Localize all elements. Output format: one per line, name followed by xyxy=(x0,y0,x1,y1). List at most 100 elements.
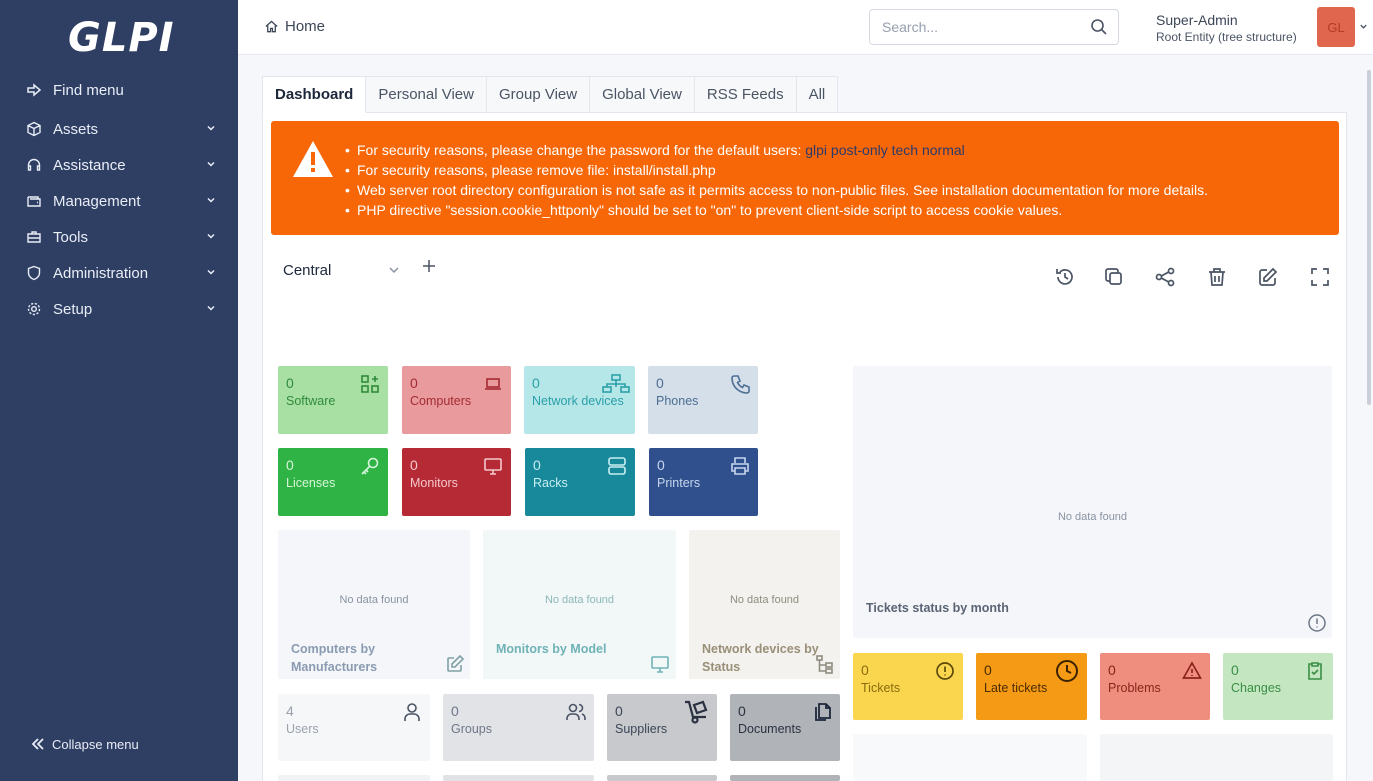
dolly-icon xyxy=(683,699,709,725)
tab-rss-feeds[interactable]: RSS Feeds xyxy=(694,76,797,113)
delete-button[interactable] xyxy=(1206,266,1228,288)
default-users-link[interactable]: glpi post-only tech normal xyxy=(805,142,965,158)
computers-by-manufacturers-widget[interactable]: No data found Computers by Manufacturers xyxy=(278,530,470,679)
network-devices-by-status-widget[interactable]: No data found Network devices by Status xyxy=(689,530,840,679)
widget-placeholder xyxy=(607,775,717,781)
no-data-text: No data found xyxy=(544,594,615,606)
search-icon[interactable] xyxy=(1090,18,1108,36)
user-name[interactable]: Super-Admin xyxy=(1156,12,1238,28)
changes-label: Changes xyxy=(1231,681,1282,695)
tickets-label: Tickets xyxy=(861,681,901,695)
sidebar-item-management[interactable]: Management xyxy=(0,183,238,219)
arrow-right-icon xyxy=(25,81,43,99)
chevron-down-icon xyxy=(207,269,215,275)
groups-card[interactable]: 0 Groups xyxy=(443,694,594,761)
computers-card[interactable]: 0 Computers xyxy=(402,366,511,434)
phones-card[interactable]: 0 Phones xyxy=(648,366,758,434)
edit-button[interactable] xyxy=(1257,266,1279,288)
security-alert: For security reasons, please change the … xyxy=(271,121,1339,235)
search-input[interactable] xyxy=(870,10,1080,44)
late-tickets-card[interactable]: 0 Late tickets xyxy=(976,653,1087,720)
sidebar-item-label: Assets xyxy=(53,120,99,138)
sidebar-item-assistance[interactable]: Assistance xyxy=(0,147,238,183)
clock-icon xyxy=(1055,659,1079,683)
chevron-down-icon xyxy=(207,197,215,203)
chevron-down-icon xyxy=(207,125,215,131)
clone-button[interactable] xyxy=(1103,266,1125,288)
sidebar-item-label: Administration xyxy=(53,264,149,282)
users-card[interactable]: 4 Users xyxy=(278,694,430,761)
share-button[interactable] xyxy=(1154,266,1176,288)
changes-card[interactable]: 0 Changes xyxy=(1223,653,1333,720)
logo-text: GLPI xyxy=(68,15,175,61)
fullscreen-icon xyxy=(1311,268,1329,286)
network-devices-card[interactable]: 0 Network devices xyxy=(524,366,635,434)
printers-label: Printers xyxy=(657,476,701,490)
copy-icon xyxy=(1105,268,1122,285)
avatar-initials: GL xyxy=(1327,19,1345,35)
info-icon[interactable] xyxy=(1307,613,1327,633)
chevron-down-icon xyxy=(207,161,215,167)
chevron-down-icon xyxy=(207,305,215,311)
software-card[interactable]: 0 Software xyxy=(278,366,388,434)
search-box xyxy=(869,9,1119,45)
alert-line: For security reasons, please remove file… xyxy=(345,160,1208,180)
alert-line: For security reasons, please change the … xyxy=(345,140,1208,160)
dashboard-select[interactable]: Central xyxy=(276,255,406,285)
avatar[interactable]: GL xyxy=(1317,7,1355,47)
monitors-card[interactable]: 0 Monitors xyxy=(402,448,511,516)
key-icon xyxy=(360,456,380,476)
computers-label: Computers xyxy=(410,394,472,408)
tab-personal-view[interactable]: Personal View xyxy=(366,76,487,113)
monitors-by-model-widget[interactable]: No data found Monitors by Model xyxy=(483,530,676,679)
suppliers-count: 0 xyxy=(615,703,623,719)
sidebar-item-find-menu[interactable]: Find menu xyxy=(0,72,238,108)
user-entity[interactable]: Root Entity (tree structure) xyxy=(1156,30,1297,44)
sidebar-item-setup[interactable]: Setup xyxy=(0,291,238,327)
tickets-status-by-month-widget[interactable]: No data found Tickets status by month xyxy=(853,366,1332,638)
add-dashboard-icon[interactable] xyxy=(421,258,437,274)
topbar: Home Super-Admin Root Entity (tree struc… xyxy=(238,0,1373,55)
scrollbar-thumb[interactable] xyxy=(1367,70,1371,405)
tab-dashboard[interactable]: Dashboard xyxy=(262,76,367,113)
edit-icon xyxy=(445,654,465,674)
phone-icon xyxy=(730,374,750,394)
fullscreen-button[interactable] xyxy=(1309,266,1331,288)
sidebar-item-administration[interactable]: Administration xyxy=(0,255,238,291)
history-button[interactable] xyxy=(1054,266,1076,288)
licenses-card[interactable]: 0 Licenses xyxy=(278,448,388,516)
documents-card[interactable]: 0 Documents xyxy=(730,694,840,761)
tab-group-view[interactable]: Group View xyxy=(486,76,591,113)
alert-line: Web server root directory configuration … xyxy=(345,180,1208,200)
chevron-down-icon[interactable] xyxy=(1359,22,1368,31)
problems-card[interactable]: 0 Problems xyxy=(1100,653,1210,720)
sidebar-item-assets[interactable]: Assets xyxy=(0,111,238,147)
glpi-logo[interactable]: GLPI xyxy=(68,14,178,62)
breadcrumb-home[interactable]: Home xyxy=(264,18,325,35)
widget-title: Monitors by Model xyxy=(496,642,607,656)
tab-all[interactable]: All xyxy=(796,76,839,113)
tickets-card[interactable]: 0 Tickets xyxy=(853,653,963,720)
share-icon xyxy=(1155,267,1175,287)
sidebar-item-tools[interactable]: Tools xyxy=(0,219,238,255)
users-icon xyxy=(566,702,586,722)
network-devices-count: 0 xyxy=(532,375,540,391)
licenses-label: Licenses xyxy=(286,476,336,490)
no-data-text: No data found xyxy=(1057,511,1128,523)
users-label: Users xyxy=(286,722,319,736)
printers-count: 0 xyxy=(657,457,665,473)
tab-global-view[interactable]: Global View xyxy=(590,76,695,113)
collapse-menu-button[interactable]: Collapse menu xyxy=(30,736,139,752)
widget-placeholder xyxy=(853,734,1087,781)
widget-placeholder xyxy=(1100,734,1333,781)
chevron-down-icon xyxy=(207,233,215,239)
apps-icon xyxy=(360,374,380,394)
alert-triangle-icon xyxy=(1182,661,1202,681)
racks-card[interactable]: 0 Racks xyxy=(525,448,635,516)
changes-count: 0 xyxy=(1231,662,1239,678)
shield-icon xyxy=(25,264,43,282)
sidebar-item-label: Find menu xyxy=(53,81,124,99)
suppliers-card[interactable]: 0 Suppliers xyxy=(607,694,717,761)
widget-placeholder xyxy=(443,775,594,781)
printers-card[interactable]: 0 Printers xyxy=(649,448,758,516)
